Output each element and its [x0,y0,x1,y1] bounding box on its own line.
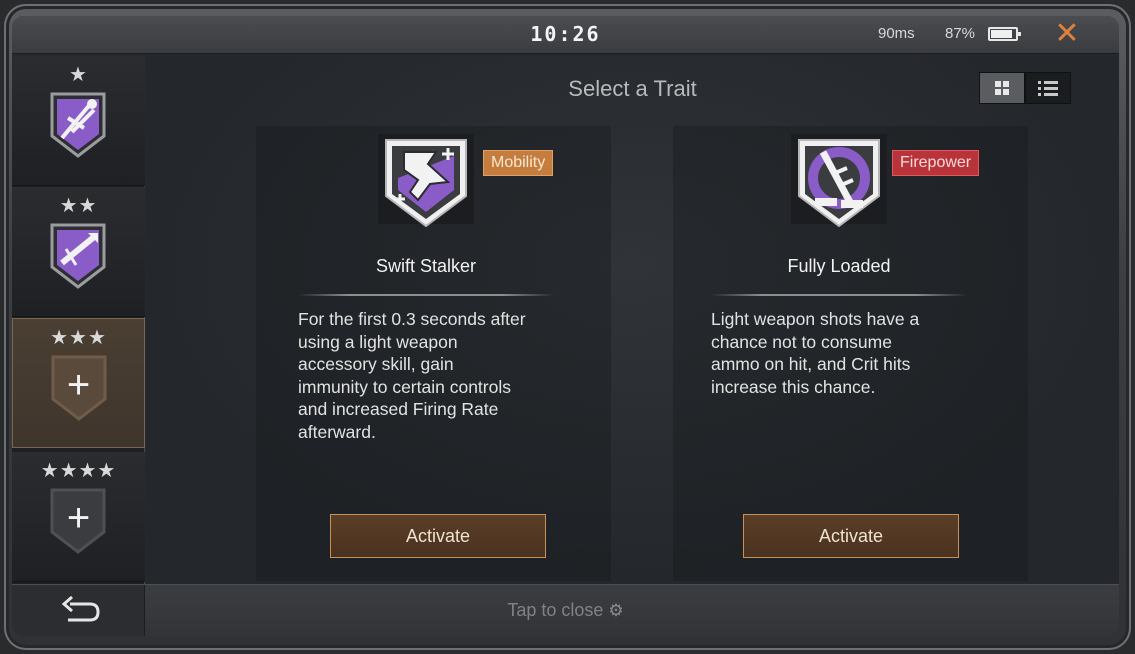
tier-stars: ★★★ [50,327,107,349]
trait-tag-mobility: Mobility [483,150,554,176]
trait-description: Light weapon shots have a chance not to … [711,309,920,397]
battery-icon [988,27,1021,41]
clock: 10:26 [530,22,601,46]
tier-stars: ★★ [59,195,98,217]
bottom-bar: Tap to close ⚙ [12,584,1119,636]
swift-stalker-emblem-icon [378,134,474,228]
trait-name: Swift Stalker [375,256,477,276]
ping-readout: 90ms [878,25,915,42]
battery-level [991,30,1012,38]
tier-3-slot[interactable]: ★★★ + [12,318,145,448]
trait-description: For the first 0.3 seconds after using a … [298,309,526,442]
back-button[interactable] [12,585,145,636]
gear-icon: ⚙ [608,601,624,620]
tier-stars: ★ [69,64,88,86]
game-screen: 10:26 90ms 87% ✕ ★ ★★ ★★★ + ★★★★ + Selec… [12,16,1119,636]
close-x-icon[interactable]: ✕ [1052,19,1082,49]
view-toggle [979,72,1071,104]
divider [298,294,554,296]
trait-name: Fully Loaded [787,256,891,276]
list-view-icon[interactable] [1025,72,1071,104]
add-trait-icon: + [66,363,91,407]
back-arrow-icon [61,595,100,622]
status-bar: 10:26 90ms 87% ✕ [12,16,1119,54]
fully-loaded-emblem-icon [791,134,887,228]
trait-selection-panel: Select a Trait Mobility Swift Stalker Fo… [146,56,1119,591]
tap-to-close[interactable]: Tap to close ⚙ [507,600,623,621]
trait-tag-firepower: Firepower [892,150,980,176]
grid-view-icon[interactable] [979,72,1025,104]
trait-tier-sidebar: ★ ★★ ★★★ + ★★★★ + [12,56,145,584]
activate-fully-loaded-button[interactable]: Activate [743,514,959,558]
add-trait-icon: + [66,496,91,540]
divider [711,294,967,296]
trait-emblem-icon [50,92,106,158]
page-title: Select a Trait [568,76,697,101]
tier-stars: ★★★★ [40,460,117,482]
tier-4-slot[interactable]: ★★★★ + [12,452,145,582]
activate-swift-stalker-button[interactable]: Activate [330,514,546,558]
tap-to-close-label: Tap to close [507,600,604,620]
battery-percent: 87% [945,25,976,42]
tier-2-slot[interactable]: ★★ [12,187,145,317]
trait-emblem-icon [50,223,106,289]
tier-1-slot[interactable]: ★ [12,56,145,186]
